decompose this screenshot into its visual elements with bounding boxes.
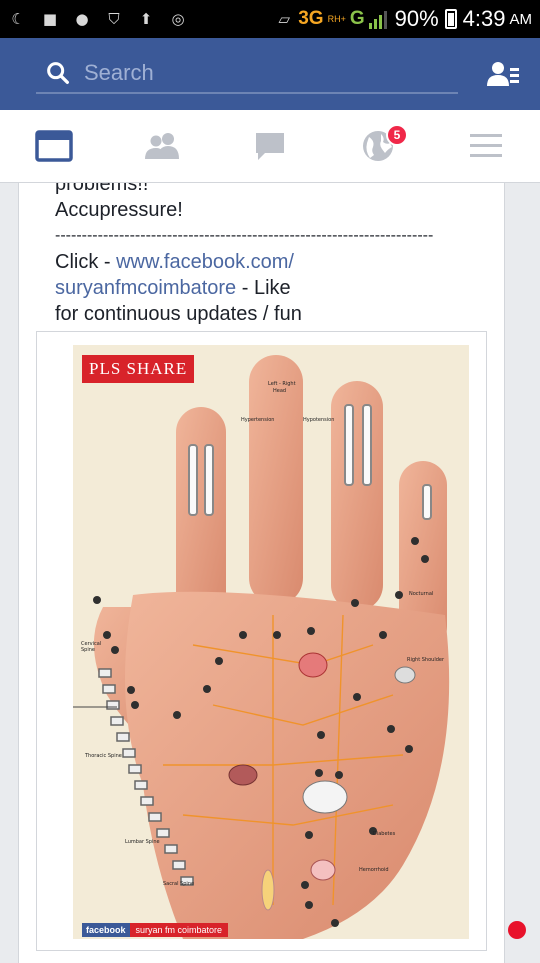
hamburger-menu-icon <box>470 134 502 157</box>
post-like-suffix: - Like <box>236 277 291 299</box>
facebook-icon: ■ <box>42 10 58 28</box>
post-body: problems!! Accupressure! ---------------… <box>55 183 495 327</box>
post-link-url-cont[interactable]: suryanfmcoimbatore <box>55 277 236 299</box>
post-click-prefix: Click - <box>55 251 117 273</box>
network-rh-label: RH+ <box>327 14 346 24</box>
watermark-page: suryan fm coimbatore <box>129 923 229 937</box>
feed-post-card: problems!! Accupressure! ---------------… <box>18 183 505 963</box>
post-photo-frame[interactable]: Left - Right Head Hypertension Hypotensi… <box>36 331 487 951</box>
search-input[interactable] <box>84 60 444 86</box>
friends-icon <box>145 133 179 159</box>
svg-text:Spine: Spine <box>81 647 95 653</box>
tab-news-feed[interactable] <box>0 110 108 182</box>
watermark-brand: facebook <box>82 923 130 937</box>
svg-text:Nocturnal: Nocturnal <box>409 591 433 597</box>
post-text-line: problems!! <box>55 183 149 195</box>
pls-share-banner: PLS SHARE <box>82 355 195 383</box>
svg-text:Left - Right: Left - Right <box>268 381 296 387</box>
post-text-divider: ----------------------------------------… <box>55 227 434 244</box>
svg-text:Head: Head <box>273 388 286 394</box>
svg-text:Sacral Spine: Sacral Spine <box>163 881 194 887</box>
network-3g-label: 3G <box>298 8 324 29</box>
friend-list-icon[interactable] <box>486 58 520 92</box>
battery-icon <box>444 9 457 29</box>
app-header <box>0 38 540 110</box>
battery-percent: 90% <box>394 6 439 31</box>
photo-watermark: facebook suryan fm coimbatore <box>82 923 229 937</box>
acupressure-hand-chart-image[interactable]: Left - Right Head Hypertension Hypotensi… <box>73 345 469 939</box>
svg-text:Lumbar Spine: Lumbar Spine <box>125 839 160 845</box>
clock-ampm: AM <box>509 10 533 28</box>
post-link-url[interactable]: www.facebook.com/ <box>116 251 294 273</box>
moon-icon: ☾ <box>11 10 25 28</box>
tab-messages[interactable] <box>216 110 324 182</box>
post-link-line: suryanfmcoimbatore - Like <box>55 275 495 301</box>
vibrate-icon: ▱ <box>278 10 290 28</box>
search-bar[interactable] <box>36 54 458 94</box>
network-g-label: G <box>349 8 365 29</box>
svg-text:Diabetes: Diabetes <box>373 831 396 837</box>
clock-time: 4:39 <box>462 6 506 31</box>
post-text-line: Accupressure! <box>55 199 183 221</box>
svg-text:Hypertension: Hypertension <box>241 417 274 423</box>
hand-illustration: Left - Right Head Hypertension Hypotensi… <box>73 355 450 939</box>
tab-more-menu[interactable] <box>432 110 540 182</box>
svg-text:Thoracic Spine: Thoracic Spine <box>84 753 122 759</box>
notifications-badge: 5 <box>386 124 408 146</box>
shield-icon: ⛉ <box>108 10 120 28</box>
svg-text:Right Shoulder: Right Shoulder <box>407 657 445 663</box>
upload-icon: ⬆ <box>139 10 153 28</box>
tab-bar: 5 <box>0 110 540 183</box>
tab-friend-requests[interactable] <box>108 110 216 182</box>
signal-icon <box>368 9 387 29</box>
chat-icon <box>256 133 284 160</box>
svg-text:Hemorrhoid: Hemorrhoid <box>359 867 389 873</box>
chat-heads-indicator[interactable] <box>508 921 526 939</box>
tab-notifications[interactable]: 5 <box>324 110 432 182</box>
app-icon: ● <box>75 10 89 28</box>
post-link-line: Click - www.facebook.com/ <box>55 249 495 275</box>
sync-icon: ◎ <box>171 10 185 28</box>
news-feed-icon <box>35 130 73 162</box>
status-bar: ☾ ■ ● ⛉ ⬆ ◎ ▱ 3G RH+ G 90% 4:39 AM <box>0 0 540 38</box>
post-text-line: for continuous updates / fun <box>55 303 302 325</box>
search-icon <box>47 62 69 84</box>
svg-text:Hypotension: Hypotension <box>303 417 334 423</box>
